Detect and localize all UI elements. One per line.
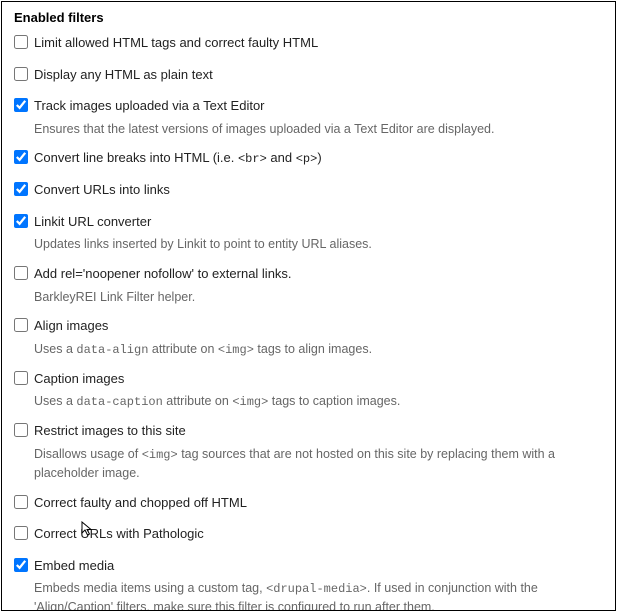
filter-limit-html-tags-label: Limit allowed HTML tags and correct faul… (34, 33, 318, 53)
filter-correct-urls-pathologic-label: Correct URLs with Pathologic (34, 524, 204, 544)
filter-align-images-description: Uses a data-align attribute on <img> tag… (34, 340, 603, 359)
filter-restrict-images-label: Restrict images to this site (34, 421, 186, 441)
filter-add-rel-noopener-checkbox[interactable] (14, 266, 28, 280)
filter-align-images-label: Align images (34, 316, 108, 336)
filter-track-images-checkbox[interactable] (14, 98, 28, 112)
filter-display-html-plain-checkbox[interactable] (14, 67, 28, 81)
filter-restrict-images: Restrict images to this site Disallows us… (14, 421, 603, 482)
filter-limit-html-tags: Limit allowed HTML tags and correct faul… (14, 33, 603, 53)
panel-title: Enabled filters (14, 10, 603, 25)
filter-linkit-url-row[interactable]: Linkit URL converter (14, 212, 603, 232)
filter-embed-media-description: Embeds media items using a custom tag, <… (34, 579, 603, 611)
filter-embed-media-row[interactable]: Embed media (14, 556, 603, 576)
filter-correct-urls-pathologic: Correct URLs with Pathologic (14, 524, 603, 544)
filter-caption-images-label: Caption images (34, 369, 124, 389)
filter-align-images-checkbox[interactable] (14, 318, 28, 332)
filter-correct-faulty-html-row[interactable]: Correct faulty and chopped off HTML (14, 493, 603, 513)
filter-convert-linebreaks-row[interactable]: Convert line breaks into HTML (i.e. <br>… (14, 148, 603, 168)
filter-align-images-row[interactable]: Align images (14, 316, 603, 336)
filter-display-html-plain-row[interactable]: Display any HTML as plain text (14, 65, 603, 85)
filter-linkit-url-checkbox[interactable] (14, 214, 28, 228)
filter-correct-urls-pathologic-row[interactable]: Correct URLs with Pathologic (14, 524, 603, 544)
filter-convert-linebreaks: Convert line breaks into HTML (i.e. <br>… (14, 148, 603, 168)
filter-track-images-label: Track images uploaded via a Text Editor (34, 96, 265, 116)
filter-embed-media-checkbox[interactable] (14, 558, 28, 572)
filter-limit-html-tags-checkbox[interactable] (14, 35, 28, 49)
filter-correct-faulty-html: Correct faulty and chopped off HTML (14, 493, 603, 513)
filter-caption-images-checkbox[interactable] (14, 371, 28, 385)
filter-linkit-url: Linkit URL converter Updates links insert… (14, 212, 603, 254)
filter-convert-urls-checkbox[interactable] (14, 182, 28, 196)
filter-track-images-description: Ensures that the latest versions of imag… (34, 120, 603, 139)
filter-linkit-url-label: Linkit URL converter (34, 212, 151, 232)
filter-convert-urls-label: Convert URLs into links (34, 180, 170, 200)
filter-linkit-url-description: Updates links inserted by Linkit to poin… (34, 235, 603, 254)
filter-display-html-plain: Display any HTML as plain text (14, 65, 603, 85)
filter-caption-images-row[interactable]: Caption images (14, 369, 603, 389)
filter-restrict-images-row[interactable]: Restrict images to this site (14, 421, 603, 441)
enabled-filters-panel: Enabled filters Limit allowed HTML tags … (1, 1, 616, 611)
filter-correct-urls-pathologic-checkbox[interactable] (14, 526, 28, 540)
filter-add-rel-noopener-label: Add rel='noopener nofollow' to external … (34, 264, 292, 284)
filter-correct-faulty-html-label: Correct faulty and chopped off HTML (34, 493, 247, 513)
filter-track-images: Track images uploaded via a Text Editor E… (14, 96, 603, 138)
filter-embed-media: Embed media Embeds media items using a cu… (14, 556, 603, 612)
filter-track-images-row[interactable]: Track images uploaded via a Text Editor (14, 96, 603, 116)
filter-add-rel-noopener-row[interactable]: Add rel='noopener nofollow' to external … (14, 264, 603, 284)
filter-align-images: Align images Uses a data-align attribute … (14, 316, 603, 359)
filter-limit-html-tags-row[interactable]: Limit allowed HTML tags and correct faul… (14, 33, 603, 53)
filter-restrict-images-checkbox[interactable] (14, 423, 28, 437)
filter-correct-faulty-html-checkbox[interactable] (14, 495, 28, 509)
filter-add-rel-noopener: Add rel='noopener nofollow' to external … (14, 264, 603, 306)
filter-display-html-plain-label: Display any HTML as plain text (34, 65, 213, 85)
filter-convert-urls: Convert URLs into links (14, 180, 603, 200)
filter-convert-linebreaks-checkbox[interactable] (14, 150, 28, 164)
filter-list: Limit allowed HTML tags and correct faul… (14, 33, 603, 611)
filter-embed-media-label: Embed media (34, 556, 114, 576)
filter-restrict-images-description: Disallows usage of <img> tag sources tha… (34, 445, 603, 483)
filter-caption-images-description: Uses a data-caption attribute on <img> t… (34, 392, 603, 411)
filter-caption-images: Caption images Uses a data-caption attrib… (14, 369, 603, 412)
filter-convert-urls-row[interactable]: Convert URLs into links (14, 180, 603, 200)
filter-convert-linebreaks-label: Convert line breaks into HTML (i.e. <br>… (34, 148, 322, 168)
filter-add-rel-noopener-description: BarkleyREI Link Filter helper. (34, 288, 603, 307)
